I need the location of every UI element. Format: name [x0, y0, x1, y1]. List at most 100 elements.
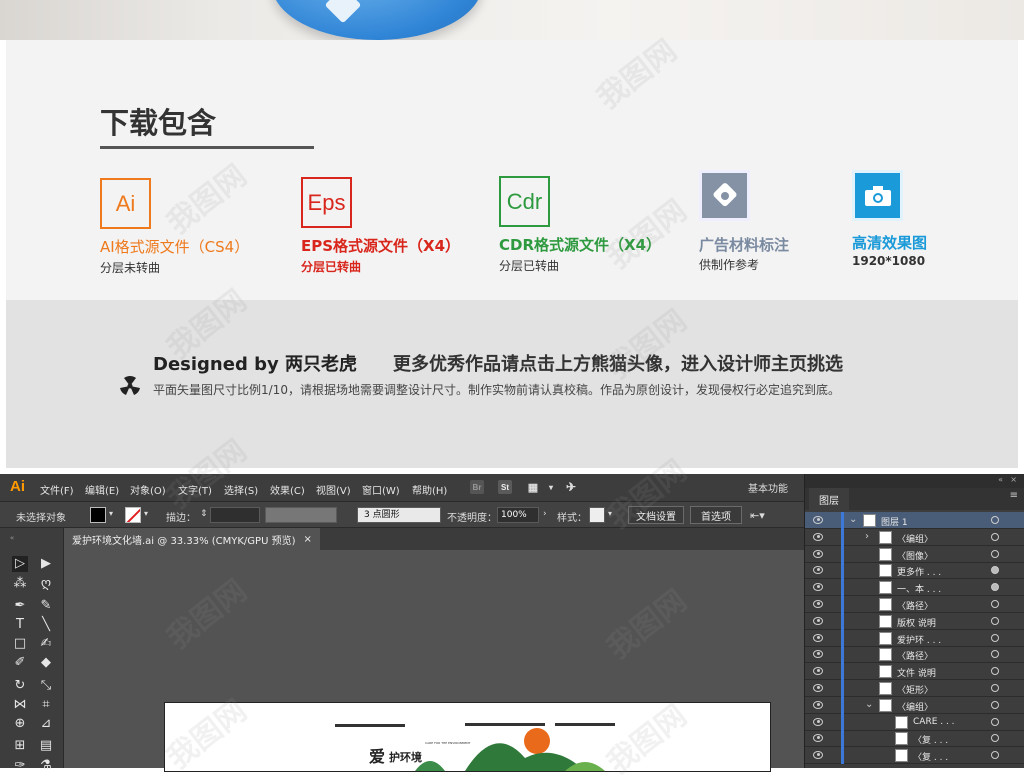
visibility-eye-icon[interactable] [813, 549, 823, 558]
target-circle-icon[interactable] [991, 751, 999, 760]
variable-width-profile[interactable] [265, 507, 337, 523]
visibility-eye-icon[interactable] [813, 516, 823, 524]
shape-builder-tool-icon[interactable]: ⊕ [12, 716, 28, 732]
visibility-eye-icon[interactable] [813, 684, 823, 692]
layer-row[interactable]: CARE . . . [805, 713, 1024, 731]
visibility-eye-icon[interactable] [813, 751, 823, 760]
scale-tool-icon[interactable]: ⤡ [38, 678, 54, 694]
target-circle-icon[interactable] [991, 734, 999, 743]
layer-row[interactable]: ⌄ 〈编组〉 [805, 696, 1024, 714]
chevron-down-icon[interactable]: ▾ [109, 509, 113, 518]
menu-effect[interactable]: 效果(C) [270, 482, 305, 497]
layer-row[interactable]: › 〈编组〉 [805, 528, 1024, 546]
target-circle-icon[interactable] [991, 516, 999, 524]
layer-row[interactable]: 更多作 . . . [805, 562, 1024, 580]
document-setup-button[interactable]: 文档设置 [628, 506, 684, 524]
target-circle-icon[interactable] [991, 717, 999, 726]
lasso-tool-icon[interactable]: ღ [38, 576, 54, 592]
visibility-eye-icon[interactable] [813, 717, 823, 726]
visibility-eye-icon[interactable] [813, 600, 823, 608]
workspace-switcher[interactable]: 基本功能 [748, 480, 788, 495]
rotate-tool-icon[interactable]: ↻ [12, 678, 28, 694]
visibility-eye-icon[interactable] [813, 700, 823, 709]
visibility-eye-icon[interactable] [813, 532, 823, 541]
visibility-eye-icon[interactable] [813, 734, 823, 743]
direct-selection-tool-icon[interactable]: ▶ [38, 556, 54, 572]
menu-help[interactable]: 帮助(H) [412, 482, 447, 497]
layer-row[interactable]: 版权 说明 [805, 612, 1024, 630]
visibility-eye-icon[interactable] [813, 650, 823, 659]
target-circle-icon[interactable] [991, 684, 999, 692]
layer-row[interactable]: 〈矩形〉 [805, 680, 1024, 697]
pen-tool-icon[interactable]: ✒ [12, 598, 28, 614]
eyedropper-tool-icon[interactable]: ✑ [12, 758, 28, 774]
chevron-down-icon[interactable]: ▾ [144, 509, 148, 518]
menu-view[interactable]: 视图(V) [316, 482, 351, 497]
layer-row[interactable]: 〈复 . . . [805, 730, 1024, 748]
gradient-tool-icon[interactable]: ▤ [38, 738, 54, 754]
curvature-tool-icon[interactable]: ✎ [38, 598, 54, 614]
menu-file[interactable]: 文件(F) [40, 482, 74, 497]
target-circle-icon[interactable] [991, 700, 999, 709]
target-circle-icon[interactable] [991, 633, 999, 642]
visibility-eye-icon[interactable] [813, 566, 823, 575]
stock-icon[interactable]: St [498, 480, 512, 494]
paintbrush-tool-icon[interactable]: ✍ [38, 636, 54, 652]
magic-wand-tool-icon[interactable]: ⁂ [12, 576, 28, 592]
menu-window[interactable]: 窗口(W) [362, 482, 400, 497]
chevron-down-icon[interactable]: ▾ [544, 480, 558, 494]
target-circle-icon[interactable] [991, 566, 999, 575]
collapse-panel-icon[interactable]: « [998, 475, 1003, 484]
bridge-icon[interactable]: Br [470, 480, 484, 494]
collapse-icon[interactable]: « [4, 530, 20, 546]
target-circle-icon[interactable] [991, 583, 999, 592]
layer-row[interactable]: 〈路径〉 [805, 596, 1024, 613]
menu-edit[interactable]: 编辑(E) [85, 482, 119, 497]
stroke-width-input[interactable] [210, 507, 260, 523]
brush-select[interactable]: 3 点圆形 [357, 507, 441, 523]
gpu-performance-icon[interactable]: ✈ [564, 480, 578, 494]
menu-type[interactable]: 文字(T) [178, 482, 212, 497]
panel-menu-icon[interactable]: ≡ [1010, 490, 1018, 501]
visibility-eye-icon[interactable] [813, 633, 823, 642]
document-tab[interactable]: 爱护环境文化墙.ai @ 33.33% (CMYK/GPU 预览) × [64, 528, 320, 550]
layer-row[interactable]: 〈路径〉 [805, 646, 1024, 664]
layer-row[interactable]: ⌄ 图层 1 [805, 512, 1024, 529]
stroke-stepper-icon[interactable]: ⇕ [200, 509, 208, 519]
blend-tool-icon[interactable]: ⚗ [38, 758, 54, 774]
layer-row[interactable]: 文件 说明 [805, 663, 1024, 681]
chevron-down-icon[interactable]: ⌄ [849, 514, 857, 525]
shaper-tool-icon[interactable]: ✐ [12, 655, 28, 671]
tab-layers[interactable]: 图层 [809, 488, 849, 510]
chevron-down-icon[interactable]: ▾ [608, 509, 612, 518]
rectangle-tool-icon[interactable]: □ [12, 636, 28, 652]
free-transform-tool-icon[interactable]: ⌗ [38, 697, 54, 713]
menu-object[interactable]: 对象(O) [130, 482, 166, 497]
layer-row[interactable]: 爱护环 . . . [805, 629, 1024, 647]
target-circle-icon[interactable] [991, 616, 999, 625]
chevron-right-icon[interactable]: › [865, 531, 869, 542]
fill-swatch[interactable] [90, 507, 106, 523]
opacity-input[interactable]: 100% [497, 507, 539, 523]
opacity-label[interactable]: 不透明度： [447, 509, 497, 524]
eraser-tool-icon[interactable]: ◆ [38, 655, 54, 671]
layer-row[interactable]: 〈图像〉 [805, 545, 1024, 563]
line-tool-icon[interactable]: ╲ [38, 617, 54, 633]
arrange-documents-icon[interactable]: ▦ [526, 480, 540, 494]
type-tool-icon[interactable]: T [12, 617, 28, 633]
close-icon[interactable]: × [303, 534, 311, 545]
style-swatch[interactable] [589, 507, 605, 523]
close-icon[interactable]: × [1010, 475, 1017, 484]
layer-row[interactable]: 一、本 . . . [805, 579, 1024, 597]
target-circle-icon[interactable] [991, 650, 999, 659]
mesh-tool-icon[interactable]: ⊞ [12, 738, 28, 754]
menu-select[interactable]: 选择(S) [224, 482, 258, 497]
visibility-eye-icon[interactable] [813, 583, 823, 592]
chevron-down-icon[interactable]: ⌄ [865, 699, 873, 710]
arrange-icon[interactable]: ⇤▾ [750, 509, 765, 522]
more-works-link[interactable]: 更多优秀作品请点击上方熊猫头像，进入设计师主页挑选 [393, 350, 843, 376]
stroke-swatch[interactable] [125, 507, 141, 523]
layer-row[interactable]: 〈复 . . . [805, 747, 1024, 765]
preferences-button[interactable]: 首选项 [690, 506, 742, 524]
selection-tool-icon[interactable]: ▷ [12, 556, 28, 572]
